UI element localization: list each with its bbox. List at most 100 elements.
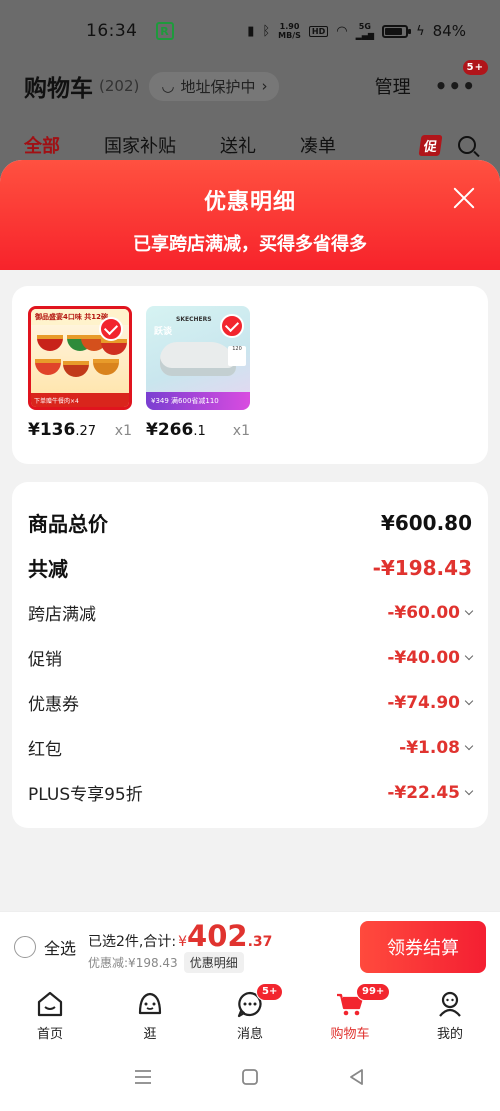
more-dots-icon: •••: [434, 74, 476, 98]
goods-total-row: 商品总价 ¥600.80: [28, 500, 472, 545]
select-all-radio[interactable]: [14, 935, 36, 958]
tab-add-on[interactable]: 凑单: [300, 132, 336, 158]
sheet-header: 优惠明细 已享跨店满减，买得多省得多: [0, 160, 500, 270]
discount-value: -¥1.08: [399, 738, 474, 758]
battery-percent: 84%: [432, 22, 466, 40]
address-protection-pill[interactable]: ◡ 地址保护中 ›: [149, 71, 280, 101]
discount-row-plus[interactable]: PLUS专享95折 -¥22.45: [28, 770, 474, 815]
product-series: 跃谈: [154, 327, 173, 337]
discount-value: -¥40.00: [387, 648, 474, 668]
browse-face-icon: [135, 989, 165, 1019]
product-promo-strip: ¥349 满600省减110: [146, 392, 250, 410]
bowl-graphic: [63, 361, 89, 377]
status-time: 16:34: [86, 21, 138, 41]
chevron-down-icon: [464, 606, 474, 615]
discount-value: -¥22.45: [387, 783, 474, 803]
chevron-down-icon: [464, 651, 474, 660]
total-amount-integer: 402: [187, 918, 248, 953]
tab-messages[interactable]: 5+ 消息: [200, 981, 300, 1047]
discount-label: 优惠券: [28, 695, 79, 715]
total-reduction-row: 共减 -¥198.43: [28, 545, 472, 590]
discount-row-red-packet[interactable]: 红包 -¥1.08: [28, 725, 474, 770]
product-item[interactable]: SKECHERS 跃谈 120 ¥349 满600省减110 ¥266.1 x1: [146, 306, 250, 444]
product-item[interactable]: 御品盛宴4口味 共12碗 下单赠牛餐肉×4 ¥136.27 x1: [28, 306, 132, 444]
product-image: 御品盛宴4口味 共12碗 下单赠牛餐肉×4: [28, 306, 132, 410]
chevron-down-icon: [464, 786, 474, 795]
select-all-label[interactable]: 全选: [44, 935, 76, 959]
bowl-graphic: [35, 359, 61, 375]
search-icon[interactable]: [458, 136, 476, 154]
tab-national-subsidy[interactable]: 国家补贴: [104, 132, 176, 158]
status-bar: 16:34 R ▮ ᛒ 1.90 MB/S HD ◠ 5G ▂▄▆ ϟ 84%: [0, 0, 500, 62]
tab-label: 我的: [436, 1027, 463, 1042]
discount-summary: 优惠减:¥198.43: [88, 955, 178, 970]
product-tag: 120: [228, 346, 246, 366]
more-menu-button[interactable]: ••• 5+: [434, 60, 488, 98]
product-price: ¥136.27: [28, 420, 97, 440]
menu-icon[interactable]: [133, 1068, 153, 1090]
net-speed: 1.90 MB/S: [278, 22, 301, 40]
cart-badge: 99+: [356, 983, 391, 1001]
product-image: SKECHERS 跃谈 120 ¥349 满600省减110: [146, 306, 250, 410]
product-brand: SKECHERS: [176, 316, 212, 323]
discount-detail-button[interactable]: 优惠明细: [183, 951, 244, 973]
discount-label: 促销: [28, 650, 62, 670]
tab-label: 首页: [36, 1027, 63, 1042]
tab-profile[interactable]: 我的: [400, 981, 500, 1047]
sheet-subtitle: 已享跨店满减，买得多省得多: [133, 234, 367, 255]
price-breakdown-card: 商品总价 ¥600.80 共减 -¥198.43 跨店满减 -¥60.00 促销…: [12, 482, 488, 828]
home-icon: [35, 989, 65, 1019]
wifi-icon: ◠: [336, 23, 348, 39]
app-notification-icon: R: [155, 22, 174, 40]
discount-value: -¥60.00: [387, 603, 474, 623]
currency-symbol: ¥: [178, 933, 188, 950]
tab-label: 消息: [236, 1027, 263, 1042]
cart-count: (202): [99, 77, 140, 95]
total-reduction-label: 共减: [28, 557, 68, 581]
chevron-right-icon: ›: [261, 77, 268, 95]
more-badge: 5+: [462, 60, 488, 75]
status-icons: ▮ ᛒ 1.90 MB/S HD ◠ 5G ▂▄▆ ϟ 84%: [247, 22, 466, 40]
product-promo-strip: 下单赠牛餐肉×4: [31, 393, 129, 407]
sheet-title: 优惠明细: [203, 190, 296, 215]
shield-icon: ◡: [161, 77, 175, 95]
selected-products-card: 御品盛宴4口味 共12碗 下单赠牛餐肉×4 ¥136.27 x1 SKECHER…: [12, 286, 488, 464]
discount-value: -¥74.90: [387, 693, 474, 713]
tab-promotion[interactable]: 促: [418, 134, 443, 156]
hd-icon: HD: [308, 25, 329, 37]
goods-total-value: ¥600.80: [380, 510, 472, 535]
discount-row-cross-store[interactable]: 跨店满减 -¥60.00: [28, 590, 474, 635]
profile-icon: [435, 989, 465, 1019]
selected-check-icon: [99, 317, 123, 341]
tab-label: 购物车: [330, 1027, 370, 1042]
discount-label: PLUS专享95折: [28, 785, 143, 805]
tab-cart[interactable]: 99+ 购物车: [300, 981, 400, 1047]
discount-row-coupon[interactable]: 优惠券 -¥74.90: [28, 680, 474, 725]
tab-all[interactable]: 全部: [24, 132, 60, 158]
battery-icon: [382, 24, 412, 38]
product-quantity: x1: [114, 423, 132, 439]
vibrate-icon: ▮: [247, 23, 255, 39]
tab-label: 逛: [143, 1027, 157, 1042]
charging-icon: ϟ: [416, 23, 425, 39]
shoe-graphic: [160, 342, 236, 376]
product-price: ¥266.1: [146, 420, 206, 440]
close-icon[interactable]: [452, 186, 476, 210]
total-reduction-value: -¥198.43: [372, 555, 472, 580]
chevron-down-icon: [464, 741, 474, 750]
manage-button[interactable]: 管理: [375, 73, 411, 99]
goods-total-label: 商品总价: [28, 512, 108, 536]
checkout-button[interactable]: 领券结算: [360, 920, 486, 973]
discount-label: 红包: [28, 740, 62, 760]
tab-browse[interactable]: 逛: [100, 981, 200, 1047]
tab-gift[interactable]: 送礼: [220, 132, 256, 158]
chevron-down-icon: [464, 696, 474, 705]
checkout-bar: 全选 已选2件,合计: ¥ 402 .37 优惠减:¥198.43 优惠明细 领…: [0, 911, 500, 981]
back-triangle-icon[interactable]: [347, 1067, 367, 1091]
tab-home[interactable]: 首页: [0, 981, 100, 1047]
bottom-tab-bar: 首页 逛 5+ 消息 99+ 购物车 我的: [0, 981, 500, 1047]
bluetooth-icon: ᛒ: [262, 23, 271, 39]
product-quantity: x1: [232, 423, 250, 439]
home-square-icon[interactable]: [240, 1067, 260, 1091]
discount-row-promotion[interactable]: 促销 -¥40.00: [28, 635, 474, 680]
